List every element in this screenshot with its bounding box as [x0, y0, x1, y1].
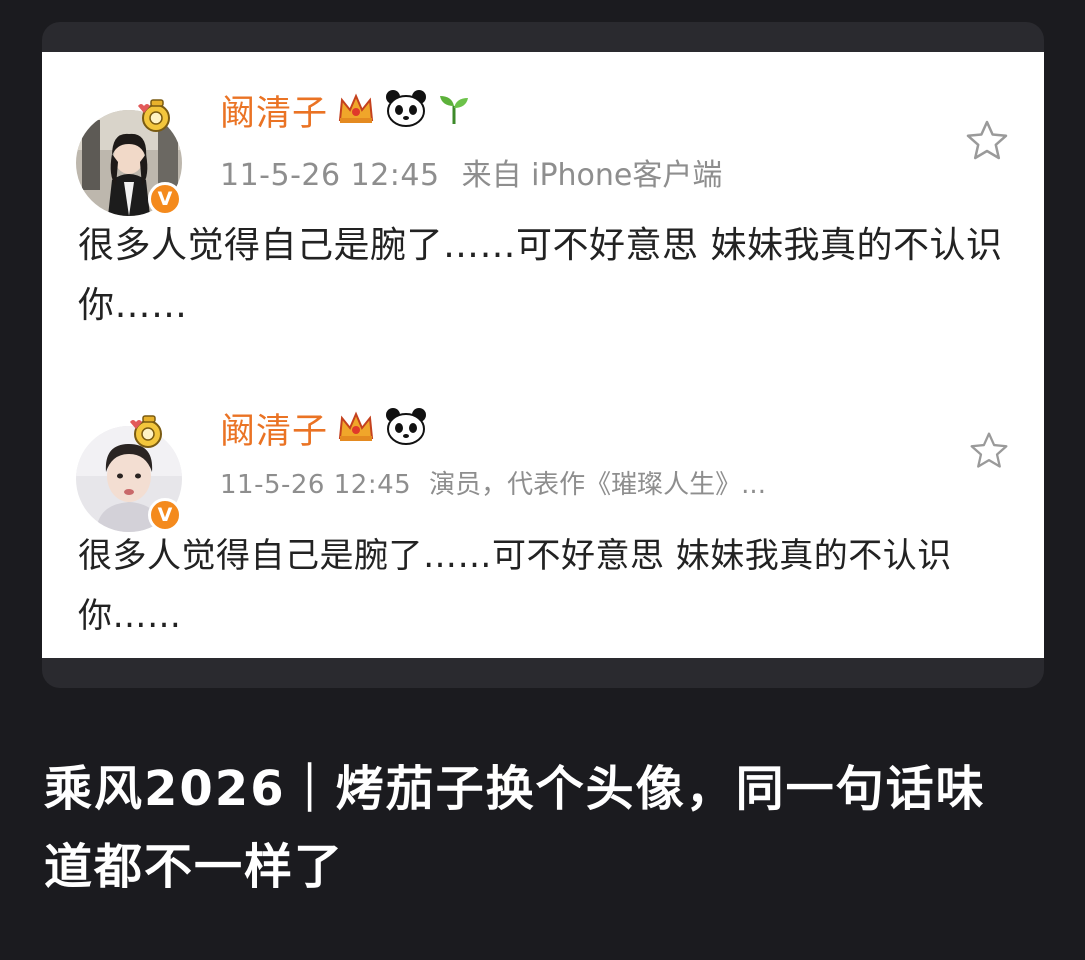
screenshot-card: V 阚清子 11-5-26 12:45 来自 iPhone客户端 很多人觉得自己… — [42, 22, 1044, 688]
post-source: 来自 iPhone客户端 — [461, 158, 723, 193]
post-meta: 11-5-26 12:45 来自 iPhone客户端 — [220, 150, 722, 194]
post-source: 演员，代表作《璀璨人生》... — [429, 470, 766, 500]
username[interactable]: 阚清子 — [220, 85, 328, 136]
post-content: 很多人觉得自己是腕了……可不好意思 妹妹我真的不认识你…… — [78, 225, 1003, 326]
favorite-star-icon[interactable] — [964, 118, 1010, 164]
weibo-feed: V 阚清子 11-5-26 12:45 来自 iPhone客户端 很多人觉得自己… — [42, 52, 1044, 658]
post-meta: 11-5-26 12:45 演员，代表作《璀璨人生》... — [220, 464, 766, 501]
weibo-post-1: V 阚清子 11-5-26 12:45 来自 iPhone客户端 很多人觉得自己… — [42, 52, 1044, 352]
verified-badge-icon: V — [148, 182, 182, 216]
favorite-star-icon[interactable] — [968, 430, 1010, 472]
weibo-post-2: V 阚清子 11-5-26 12:45 演员，代表作《璀璨人生》... 很多人觉… — [42, 370, 1044, 658]
crown-badge-icon[interactable] — [336, 90, 376, 130]
avatar[interactable]: V — [76, 415, 182, 532]
avatar[interactable]: V — [76, 99, 182, 216]
username[interactable]: 阚清子 — [220, 403, 328, 454]
post-timestamp[interactable]: 11-5-26 12:45 — [220, 470, 411, 500]
panda-badge-icon[interactable] — [384, 406, 428, 450]
avatar-pendant-icon — [138, 99, 170, 132]
sprout-badge-icon[interactable] — [436, 90, 472, 130]
username-row: 阚清子 — [220, 406, 428, 452]
post-timestamp[interactable]: 11-5-26 12:45 — [220, 158, 440, 193]
post-content: 很多人觉得自己是腕了……可不好意思 妹妹我真的不认识你…… — [78, 536, 952, 636]
crown-badge-icon[interactable] — [336, 408, 376, 448]
panda-badge-icon[interactable] — [384, 88, 428, 132]
article-headline[interactable]: 乘风2026｜烤茄子换个头像，同一句话味道都不一样了 — [44, 750, 1034, 906]
avatar-pendant-icon — [130, 415, 162, 448]
username-row: 阚清子 — [220, 88, 472, 134]
